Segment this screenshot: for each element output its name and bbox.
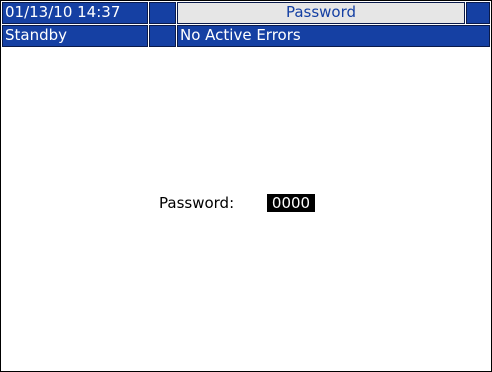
header-indicator-2 <box>466 2 490 24</box>
status-indicator <box>149 25 176 47</box>
password-label: Password: <box>159 194 235 212</box>
password-field[interactable]: 0000 <box>267 194 315 212</box>
system-status: Standby <box>2 25 148 47</box>
screen-title: Password <box>177 2 465 24</box>
errors-status: No Active Errors <box>177 25 490 47</box>
datetime-display: 01/13/10 14:37 <box>2 2 148 24</box>
display-screen: 01/13/10 14:37 Password Standby No Activ… <box>0 0 492 372</box>
header-indicator-1 <box>149 2 176 24</box>
